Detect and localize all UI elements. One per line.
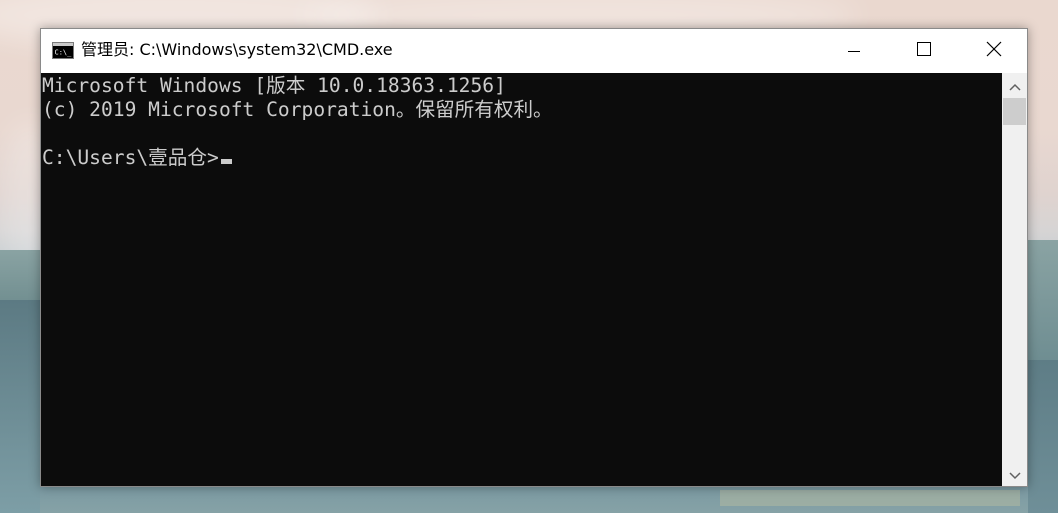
- chevron-up-icon: [1008, 76, 1021, 95]
- minimize-icon: [848, 42, 860, 61]
- text-cursor: [220, 159, 232, 164]
- close-button[interactable]: [971, 29, 1017, 73]
- cmd-icon: C:\_: [52, 42, 74, 59]
- minimize-button[interactable]: [831, 29, 877, 73]
- close-icon: [986, 41, 1002, 61]
- maximize-button[interactable]: [901, 29, 947, 73]
- window-title: 管理员: C:\Windows\system32\CMD.exe: [81, 40, 393, 59]
- console-prompt-line: C:\Users\壹品仓>: [42, 146, 232, 170]
- scroll-thumb[interactable]: [1003, 98, 1026, 125]
- maximize-icon: [916, 41, 932, 61]
- cmd-window: C:\_ 管理员: C:\Windows\system32\CMD.exe Mi…: [40, 28, 1028, 487]
- svg-text:C:\_: C:\_: [55, 49, 73, 57]
- console-output[interactable]: Microsoft Windows [版本 10.0.18363.1256] (…: [41, 73, 1003, 486]
- scroll-up-button[interactable]: [1002, 73, 1027, 97]
- title-bar[interactable]: C:\_ 管理员: C:\Windows\system32\CMD.exe: [41, 29, 1027, 73]
- console-line: (c) 2019 Microsoft Corporation。保留所有权利。: [42, 98, 553, 121]
- vertical-scrollbar[interactable]: [1002, 73, 1027, 486]
- console-prompt: C:\Users\壹品仓>: [42, 146, 219, 169]
- console-line: Microsoft Windows [版本 10.0.18363.1256]: [42, 74, 506, 97]
- scroll-down-button[interactable]: [1002, 462, 1027, 486]
- chevron-down-icon: [1008, 465, 1021, 484]
